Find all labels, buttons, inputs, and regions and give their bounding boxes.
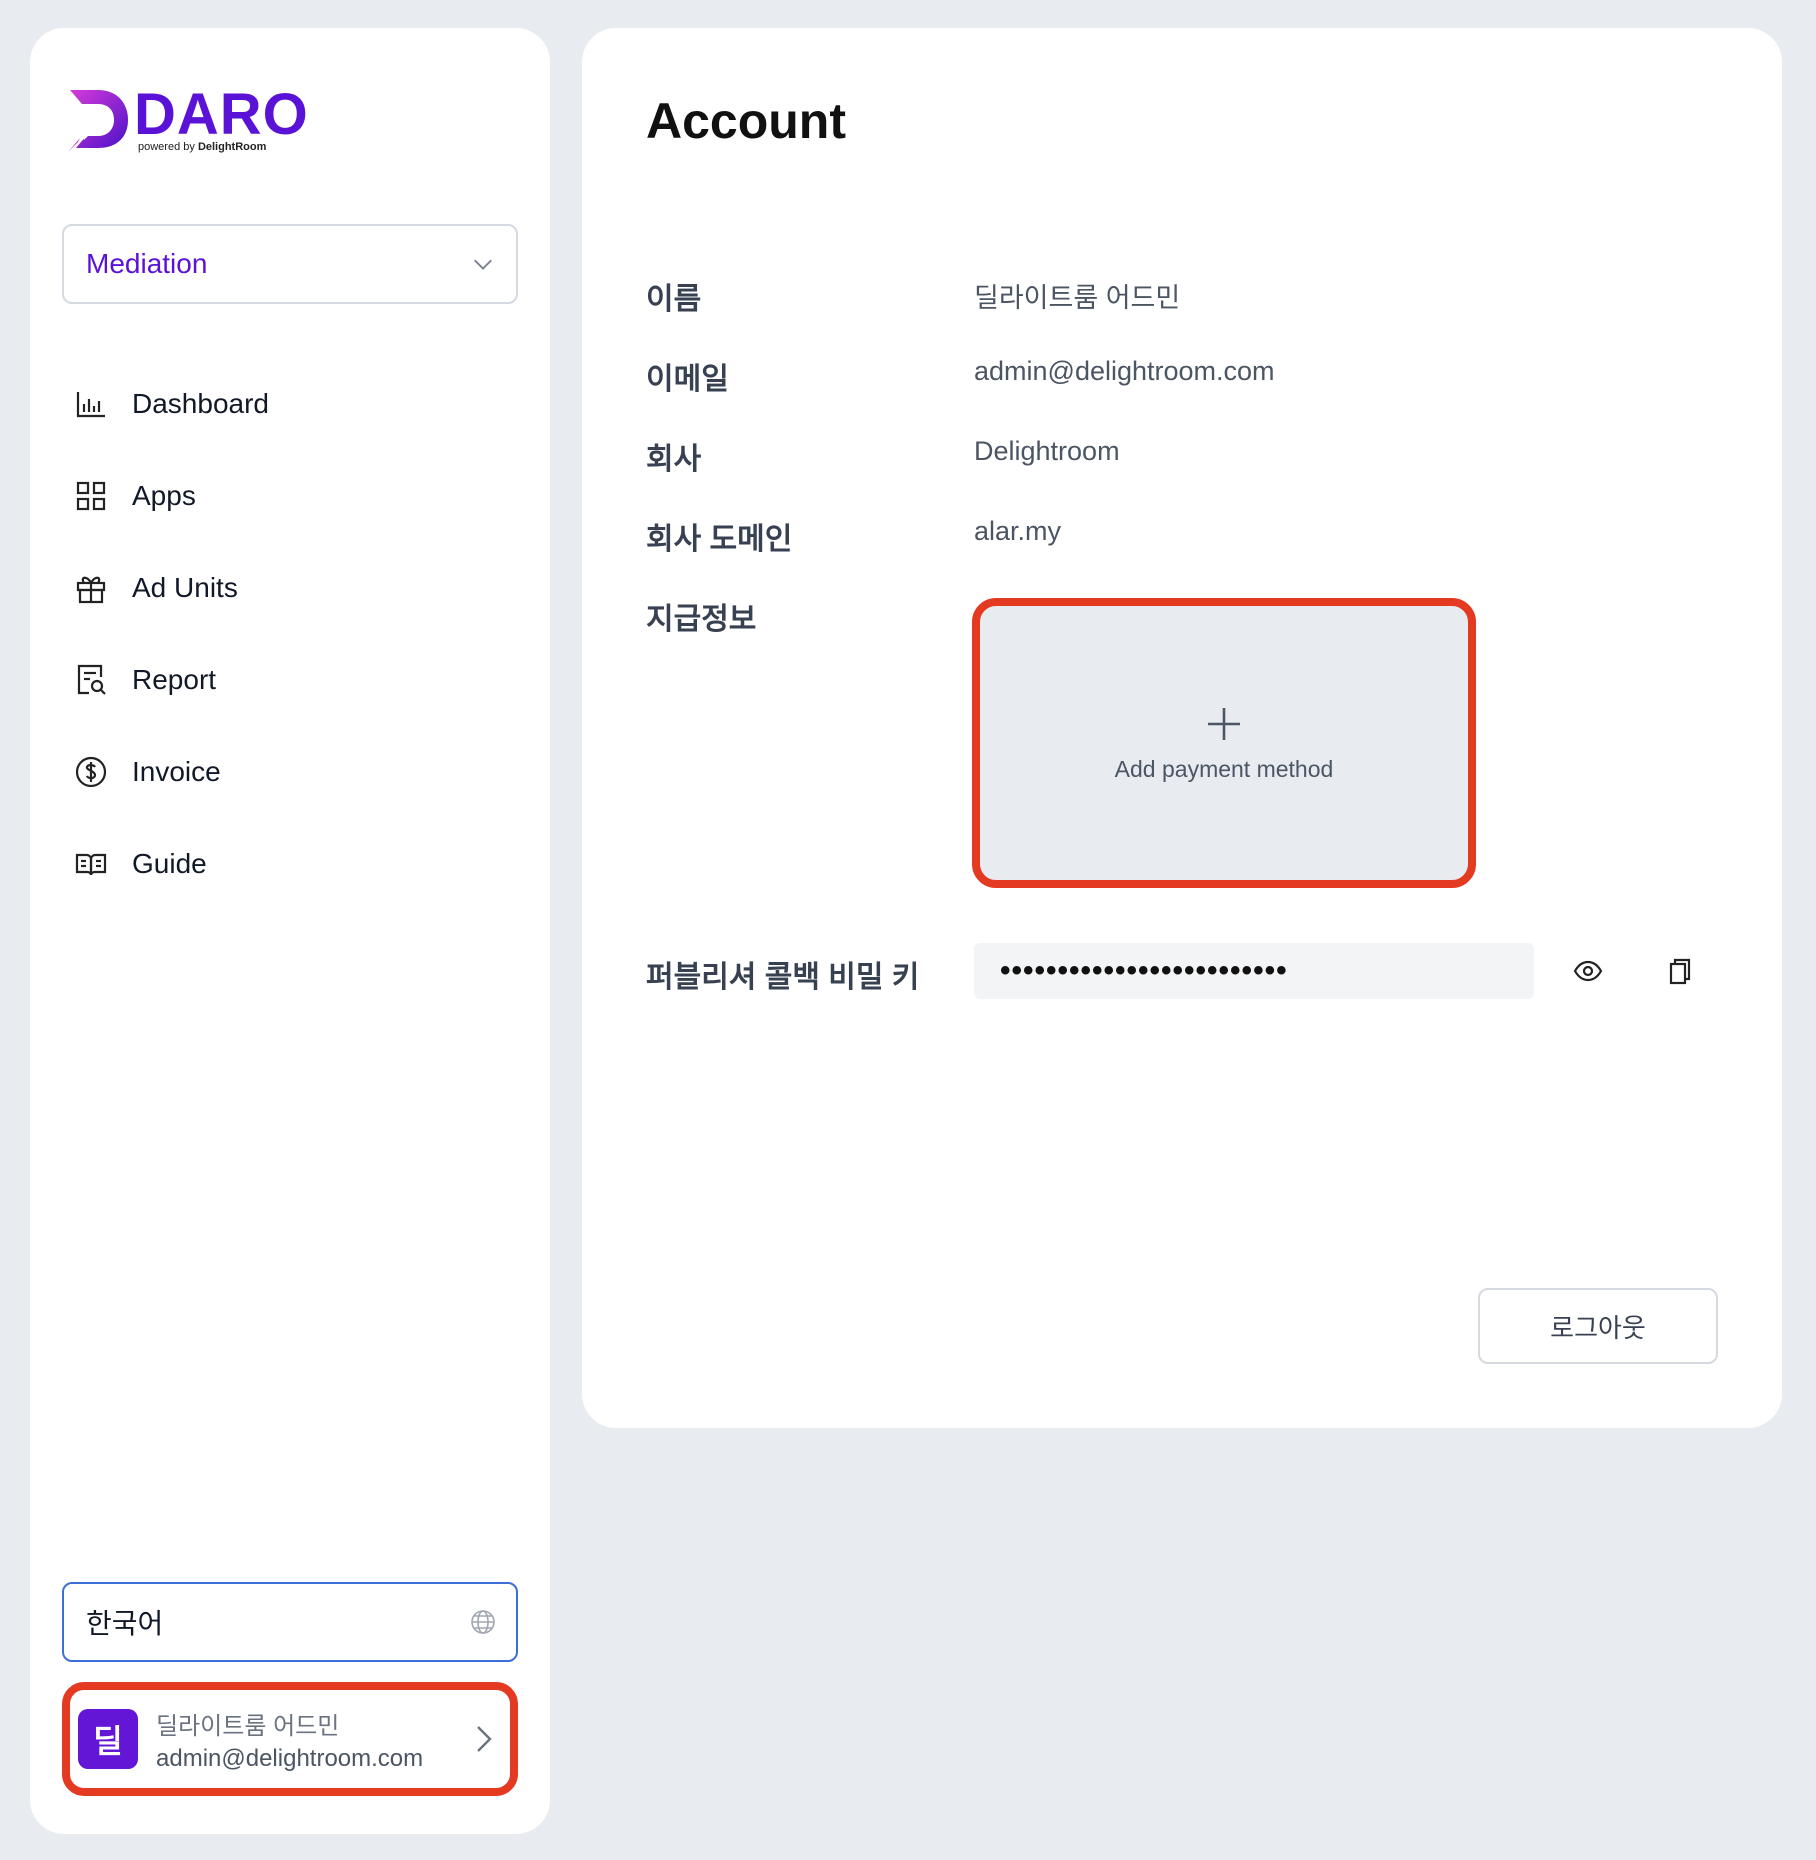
add-payment-method-label: Add payment method: [1114, 755, 1334, 782]
eye-icon: [1573, 960, 1603, 982]
sidebar-item-label: Ad Units: [132, 572, 238, 603]
callback-secret-key-field[interactable]: •••••••••••••••••••••••••: [974, 943, 1534, 999]
sidebar-item-guide[interactable]: Guide: [74, 818, 269, 910]
email-label: 이메일: [646, 363, 729, 396]
show-secret-button[interactable]: [1568, 951, 1608, 991]
user-name: 딜라이트룸 어드민: [156, 1712, 340, 1740]
sidebar: DARO powered by DelightRoom Mediation Da…: [30, 28, 550, 1834]
company-value: Delightroom: [974, 436, 1120, 466]
user-email: admin@delightroom.com: [156, 1744, 424, 1772]
company-domain-label: 회사 도메인: [646, 523, 793, 556]
chevron-down-icon: [474, 259, 492, 270]
logout-button[interactable]: 로그아웃: [1478, 1288, 1718, 1364]
company-domain-value: alar.my: [974, 516, 1062, 546]
callback-secret-key-label: 퍼블리셔 콜백 비밀 키: [646, 961, 920, 994]
plus-icon: [1208, 707, 1240, 740]
email-value: admin@delightroom.com: [974, 356, 1275, 386]
page-title: Account: [646, 93, 846, 149]
sidebar-nav: Dashboard Apps Ad Units Report Invoice G…: [74, 358, 269, 910]
globe-icon: [471, 1610, 495, 1634]
company-label: 회사: [646, 443, 702, 476]
bar-chart-icon: [76, 392, 105, 418]
sidebar-item-label: Dashboard: [132, 388, 269, 419]
grid-icon: [76, 481, 106, 511]
sidebar-item-label: Report: [132, 664, 217, 695]
language-select-value: 한국어: [86, 1608, 164, 1639]
gift-icon: [76, 576, 106, 604]
sidebar-item-dashboard[interactable]: Dashboard: [74, 358, 269, 450]
report-search-icon: [77, 664, 106, 695]
user-profile-card[interactable]: 딜 딜라이트룸 어드민 admin@delightroom.com: [62, 1682, 518, 1796]
product-select-value: Mediation: [86, 248, 208, 279]
dollar-circle-icon: [75, 756, 107, 788]
copy-secret-button[interactable]: [1660, 951, 1700, 991]
sidebar-item-ad-units[interactable]: Ad Units: [74, 542, 269, 634]
product-select[interactable]: Mediation: [62, 224, 518, 304]
sidebar-item-apps[interactable]: Apps: [74, 450, 269, 542]
name-label: 이름: [646, 283, 702, 316]
brand-name: DARO: [134, 81, 309, 147]
language-select[interactable]: 한국어: [62, 1582, 518, 1662]
name-value: 딜라이트룸 어드민: [974, 283, 1181, 313]
daro-logo[interactable]: DARO powered by DelightRoom: [62, 84, 309, 154]
sidebar-item-report[interactable]: Report: [74, 634, 269, 726]
sidebar-item-label: Apps: [132, 480, 196, 511]
payment-info-label: 지급정보: [646, 603, 757, 636]
avatar: 딜: [78, 1709, 138, 1769]
account-panel: Account 이름 딜라이트룸 어드민 이메일 admin@delightro…: [582, 28, 1782, 1428]
chevron-right-icon: [477, 1726, 492, 1752]
open-book-icon: [75, 853, 107, 876]
sidebar-item-label: Guide: [132, 848, 207, 879]
add-payment-method-button[interactable]: Add payment method: [972, 598, 1476, 888]
sidebar-item-label: Invoice: [132, 756, 221, 787]
sidebar-item-invoice[interactable]: Invoice: [74, 726, 269, 818]
rocket-logo-icon: [68, 90, 128, 152]
copy-icon: [1669, 958, 1691, 985]
user-info: 딜라이트룸 어드민 admin@delightroom.com: [156, 1706, 470, 1773]
